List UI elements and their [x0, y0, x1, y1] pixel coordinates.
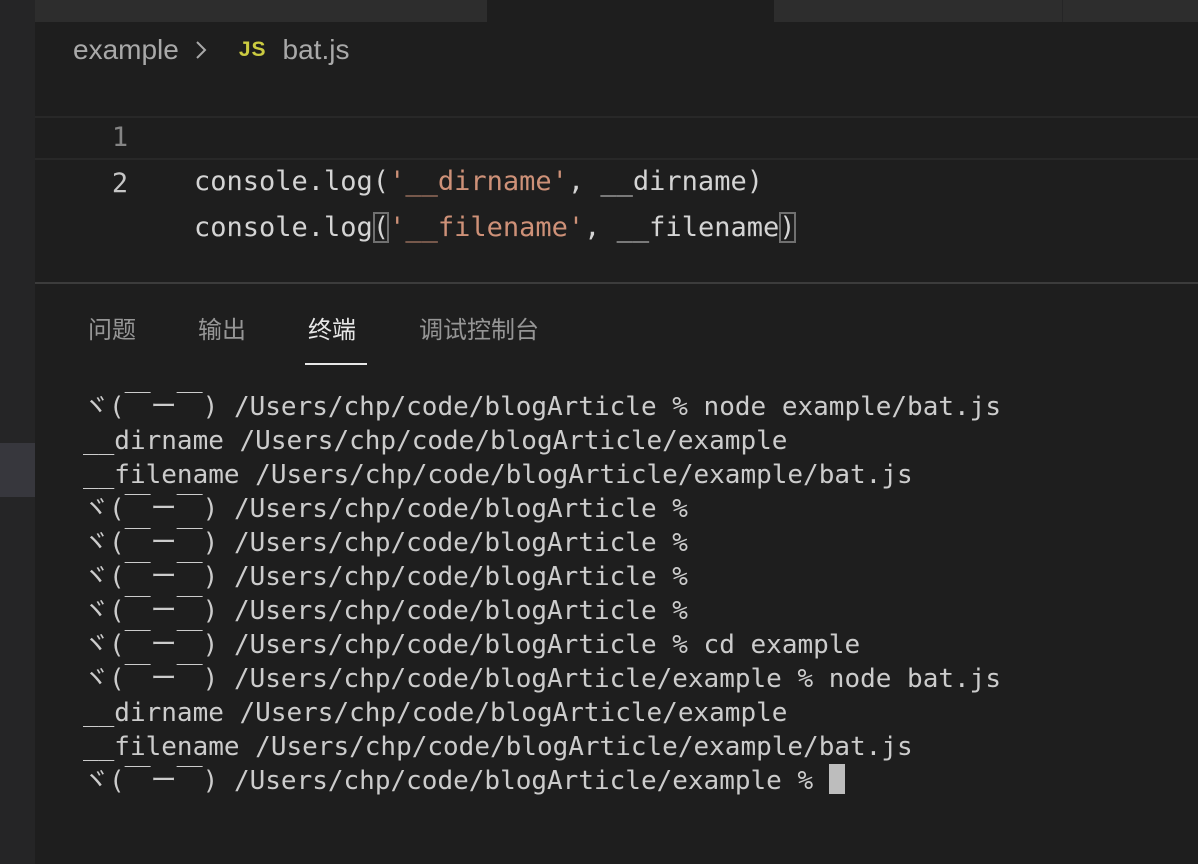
terminal-prompt: ヾ(￣ー￣) /Users/chp/code/blogArticle/examp… [83, 766, 829, 796]
chevron-right-icon [196, 41, 207, 59]
breadcrumb: example JS bat.js [73, 32, 349, 68]
editor-tab-active[interactable] [487, 0, 774, 22]
terminal-line: __dirname /Users/chp/code/blogArticle/ex… [83, 426, 788, 456]
tab-terminal[interactable]: 终端 [308, 310, 356, 350]
code-token: , __filename [584, 212, 780, 243]
terminal-line: ヾ(￣ー￣) /Users/chp/code/blogArticle % cd … [83, 630, 861, 660]
tab-separator [1062, 0, 1063, 22]
tab-debug-console[interactable]: 调试控制台 [419, 310, 539, 350]
tab-output[interactable]: 输出 [198, 310, 246, 350]
terminal-line: ヾ(￣ー￣) /Users/chp/code/blogArticle % [83, 494, 688, 524]
code-token: console.log [194, 212, 373, 243]
breadcrumb-folder[interactable]: example [73, 34, 179, 66]
activity-bar [0, 0, 35, 864]
code-string-token: '__dirname' [389, 166, 568, 197]
terminal-line: ヾ(￣ー￣) /Users/chp/code/blogArticle % [83, 528, 688, 558]
code-token: , __dirname) [567, 166, 763, 197]
line-number: 2 [111, 168, 129, 199]
tab-problems[interactable]: 问题 [88, 310, 136, 350]
code-line[interactable]: 1 console.log('__dirname', __dirname) [35, 72, 1198, 197]
code-string-token: '__filename' [389, 212, 585, 243]
code-line-text[interactable]: console.log('__filename', __filename) [194, 206, 796, 250]
panel-tab-bar: 问题 输出 终端 调试控制台 [35, 300, 1198, 368]
terminal-prompt-line[interactable]: ヾ(￣ー￣) /Users/chp/code/blogArticle/examp… [83, 764, 1193, 798]
activity-bar-active-item[interactable] [0, 443, 35, 497]
panel-top-border [35, 282, 1198, 284]
terminal-line: ヾ(￣ー￣) /Users/chp/code/blogArticle/examp… [83, 664, 1001, 694]
terminal[interactable]: ヾ(￣ー￣) /Users/chp/code/blogArticle % nod… [83, 390, 1193, 798]
javascript-file-icon: JS [238, 38, 267, 61]
terminal-line: ヾ(￣ー￣) /Users/chp/code/blogArticle % nod… [83, 392, 1001, 422]
terminal-cursor [828, 764, 845, 794]
code-token: console.log( [194, 166, 390, 197]
code-line-current[interactable]: 2 console.log('__filename', __filename) [35, 116, 1198, 243]
vscode-window: example JS bat.js 1 console.log('__dirna… [0, 0, 1198, 864]
matching-bracket-close: ) [779, 212, 796, 243]
terminal-line: __filename /Users/chp/code/blogArticle/e… [83, 460, 913, 490]
code-line-text[interactable]: console.log('__dirname', __dirname) [194, 160, 763, 204]
active-tab-indicator [305, 363, 367, 365]
breadcrumb-file[interactable]: bat.js [283, 34, 350, 66]
terminal-line: __dirname /Users/chp/code/blogArticle/ex… [83, 698, 788, 728]
terminal-line: ヾ(￣ー￣) /Users/chp/code/blogArticle % [83, 562, 688, 592]
matching-bracket-open: ( [372, 212, 390, 243]
terminal-line: ヾ(￣ー￣) /Users/chp/code/blogArticle % [83, 596, 688, 626]
editor-tab-bar [35, 0, 1198, 22]
terminal-line: __filename /Users/chp/code/blogArticle/e… [83, 732, 913, 762]
